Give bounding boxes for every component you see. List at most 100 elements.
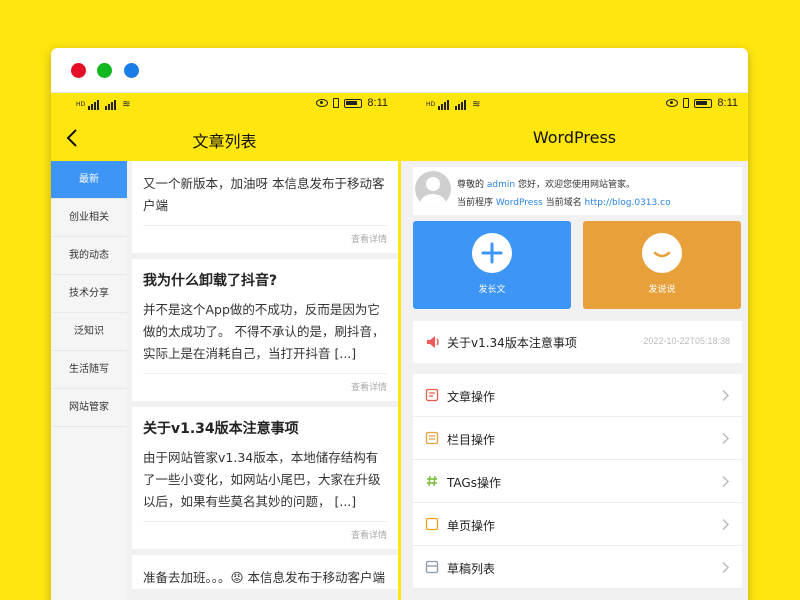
notice-time: 2022-10-22T05:18:38: [643, 336, 730, 346]
chevron-right-icon: [722, 518, 730, 531]
domain-link[interactable]: http://blog.0313.co: [584, 198, 670, 208]
domain-label: 当前域名: [545, 198, 582, 208]
article-card[interactable]: 关于v1.34版本注意事项 由于网站管家v1.34版本，本地储存结构有了一些小变…: [132, 407, 398, 549]
status-bar: HD ≋ 8:11: [51, 93, 398, 116]
chevron-right-icon: [722, 389, 730, 402]
notice-text: 关于v1.34版本注意事项: [447, 336, 577, 350]
new-status-button[interactable]: 发说说: [583, 221, 741, 309]
article-card[interactable]: 又一个新版本，加油呀 本信息发布于移动客户端 查看详情: [132, 161, 398, 253]
program-link[interactable]: WordPress: [496, 198, 543, 208]
article-body: 由于网站管家v1.34版本，本地储存结构有了一些小变化，如网站小尾巴，大家在升级…: [143, 450, 381, 509]
menu-label: 文章操作: [447, 390, 496, 404]
tile-label: 发说说: [648, 285, 676, 295]
category-sidebar: 最新 创业相关 我的动态 技术分享 泛知识 生活随写 网站管家: [51, 161, 127, 600]
clock: 8:11: [367, 97, 388, 109]
menu-item-articles[interactable]: 文章操作: [413, 374, 742, 417]
article-list-content: 最新 创业相关 我的动态 技术分享 泛知识 生活随写 网站管家 又一个新版本，加…: [51, 161, 398, 600]
vibrate-icon: [683, 98, 690, 108]
category-item[interactable]: 网站管家: [51, 389, 127, 427]
wifi-icon: ≋: [472, 98, 481, 110]
status-bar: HD ≋ 8:11: [401, 93, 748, 116]
dashboard-content: 尊敬的 admin 您好，欢迎您使用网站管家。 当前程序 WordPress 当…: [401, 161, 748, 600]
vibrate-icon: [333, 98, 340, 108]
nav-bar: 文章列表: [51, 116, 398, 161]
chevron-right-icon: [722, 561, 730, 574]
page-title: 文章列表: [192, 132, 257, 151]
close-window-button[interactable]: [71, 63, 86, 78]
battery-icon: [694, 98, 713, 108]
page-icon: [425, 517, 439, 531]
hd-label: HD: [76, 100, 86, 108]
maximize-window-button[interactable]: [124, 63, 139, 78]
signal-indicators: HD ≋: [76, 98, 131, 110]
article-title: 我为什么卸载了抖音?: [143, 273, 278, 289]
signal-indicators: HD ≋: [426, 98, 481, 110]
article-body: 准备去加班。。。😡 本信息发布于移动客户端: [143, 570, 386, 585]
welcome-suffix: 您好，欢迎您使用网站管家。: [517, 180, 635, 190]
article-list-screen: HD ≋ 8:11 文章列表 最新 创业相关 我的动态 技术分享 泛知识 生活随…: [51, 93, 398, 600]
menu-label: 草稿列表: [447, 562, 496, 576]
category-item[interactable]: 泛知识: [51, 313, 127, 351]
view-details-link[interactable]: 查看详情: [143, 225, 387, 253]
wordpress-dashboard-screen: HD ≋ 8:11 WordPress 尊敬的 admin 您好，欢迎您使用网站…: [401, 93, 748, 600]
welcome-card: 尊敬的 admin 您好，欢迎您使用网站管家。 当前程序 WordPress 当…: [413, 167, 742, 215]
hash-icon: [427, 475, 437, 487]
menu-label: 栏目操作: [447, 433, 496, 447]
draft-icon: [425, 560, 439, 574]
screens-area: HD ≋ 8:11 文章列表 最新 创业相关 我的动态 技术分享 泛知识 生活随…: [51, 93, 748, 600]
status-right: 8:11: [666, 97, 738, 109]
article-feed: 又一个新版本，加油呀 本信息发布于移动客户端 查看详情 我为什么卸载了抖音? 并…: [132, 161, 398, 600]
chevron-right-icon: [722, 475, 730, 488]
signal-icon: [438, 98, 452, 110]
article-card[interactable]: 我为什么卸载了抖音? 并不是这个App做的不成功，反而是因为它做的太成功了。 不…: [132, 259, 398, 401]
avatar[interactable]: [415, 171, 451, 207]
battery-icon: [344, 98, 363, 108]
view-details-link[interactable]: 查看详情: [143, 521, 387, 549]
category-item[interactable]: 创业相关: [51, 199, 127, 237]
username-link[interactable]: admin: [487, 180, 515, 190]
page-title: WordPress: [532, 128, 617, 147]
category-item[interactable]: 我的动态: [51, 237, 127, 275]
article-card[interactable]: 准备去加班。。。😡 本信息发布于移动客户端: [132, 555, 398, 589]
view-details-link[interactable]: 查看详情: [143, 373, 387, 401]
window-titlebar: [51, 48, 748, 93]
minimize-window-button[interactable]: [97, 63, 112, 78]
signal-icon: [105, 98, 119, 110]
chevron-right-icon: [722, 432, 730, 445]
signal-icon: [455, 98, 469, 110]
category-item[interactable]: 技术分享: [51, 275, 127, 313]
chat-bubble-icon: [642, 233, 682, 273]
notice-bar[interactable]: 关于v1.34版本注意事项 2022-10-22T05:18:38: [413, 321, 742, 363]
menu-item-pages[interactable]: 单页操作: [413, 503, 742, 546]
app-window: HD ≋ 8:11 文章列表 最新 创业相关 我的动态 技术分享 泛知识 生活随…: [51, 48, 748, 600]
nav-bar: WordPress: [401, 116, 748, 161]
welcome-line-2: 当前程序 WordPress 当前域名 http://blog.0313.co: [457, 195, 671, 208]
tile-label: 发长文: [478, 285, 506, 295]
column-icon: [425, 431, 439, 445]
menu-label: TAGs操作: [447, 476, 501, 490]
menu-item-drafts[interactable]: 草稿列表: [413, 546, 742, 589]
article-body: 并不是这个App做的不成功，反而是因为它做的太成功了。 不得不承认的是，刷抖音，…: [143, 302, 385, 361]
menu-item-columns[interactable]: 栏目操作: [413, 417, 742, 460]
plus-icon: [472, 233, 512, 273]
eye-icon: [666, 99, 679, 107]
article-icon: [425, 388, 439, 402]
status-right: 8:11: [316, 97, 388, 109]
speaker-icon: [427, 336, 439, 348]
menu-item-tags[interactable]: TAGs操作: [413, 460, 742, 503]
operations-menu: 文章操作 栏目操作 TAGs操作 单页操作 草稿列表: [413, 374, 742, 589]
program-label: 当前程序: [457, 198, 494, 208]
welcome-line-1: 尊敬的 admin 您好，欢迎您使用网站管家。: [457, 177, 635, 190]
article-body: 又一个新版本，加油呀 本信息发布于移动客户端: [143, 176, 385, 213]
hd-label: HD: [426, 100, 436, 108]
signal-icon: [88, 98, 102, 110]
wifi-icon: ≋: [122, 98, 131, 110]
category-item[interactable]: 生活随写: [51, 351, 127, 389]
eye-icon: [316, 99, 329, 107]
welcome-prefix: 尊敬的: [457, 180, 485, 190]
new-post-button[interactable]: 发长文: [413, 221, 571, 309]
category-item[interactable]: 最新: [51, 161, 127, 199]
clock: 8:11: [717, 97, 738, 109]
article-title: 关于v1.34版本注意事项: [143, 421, 299, 437]
menu-label: 单页操作: [447, 519, 496, 533]
